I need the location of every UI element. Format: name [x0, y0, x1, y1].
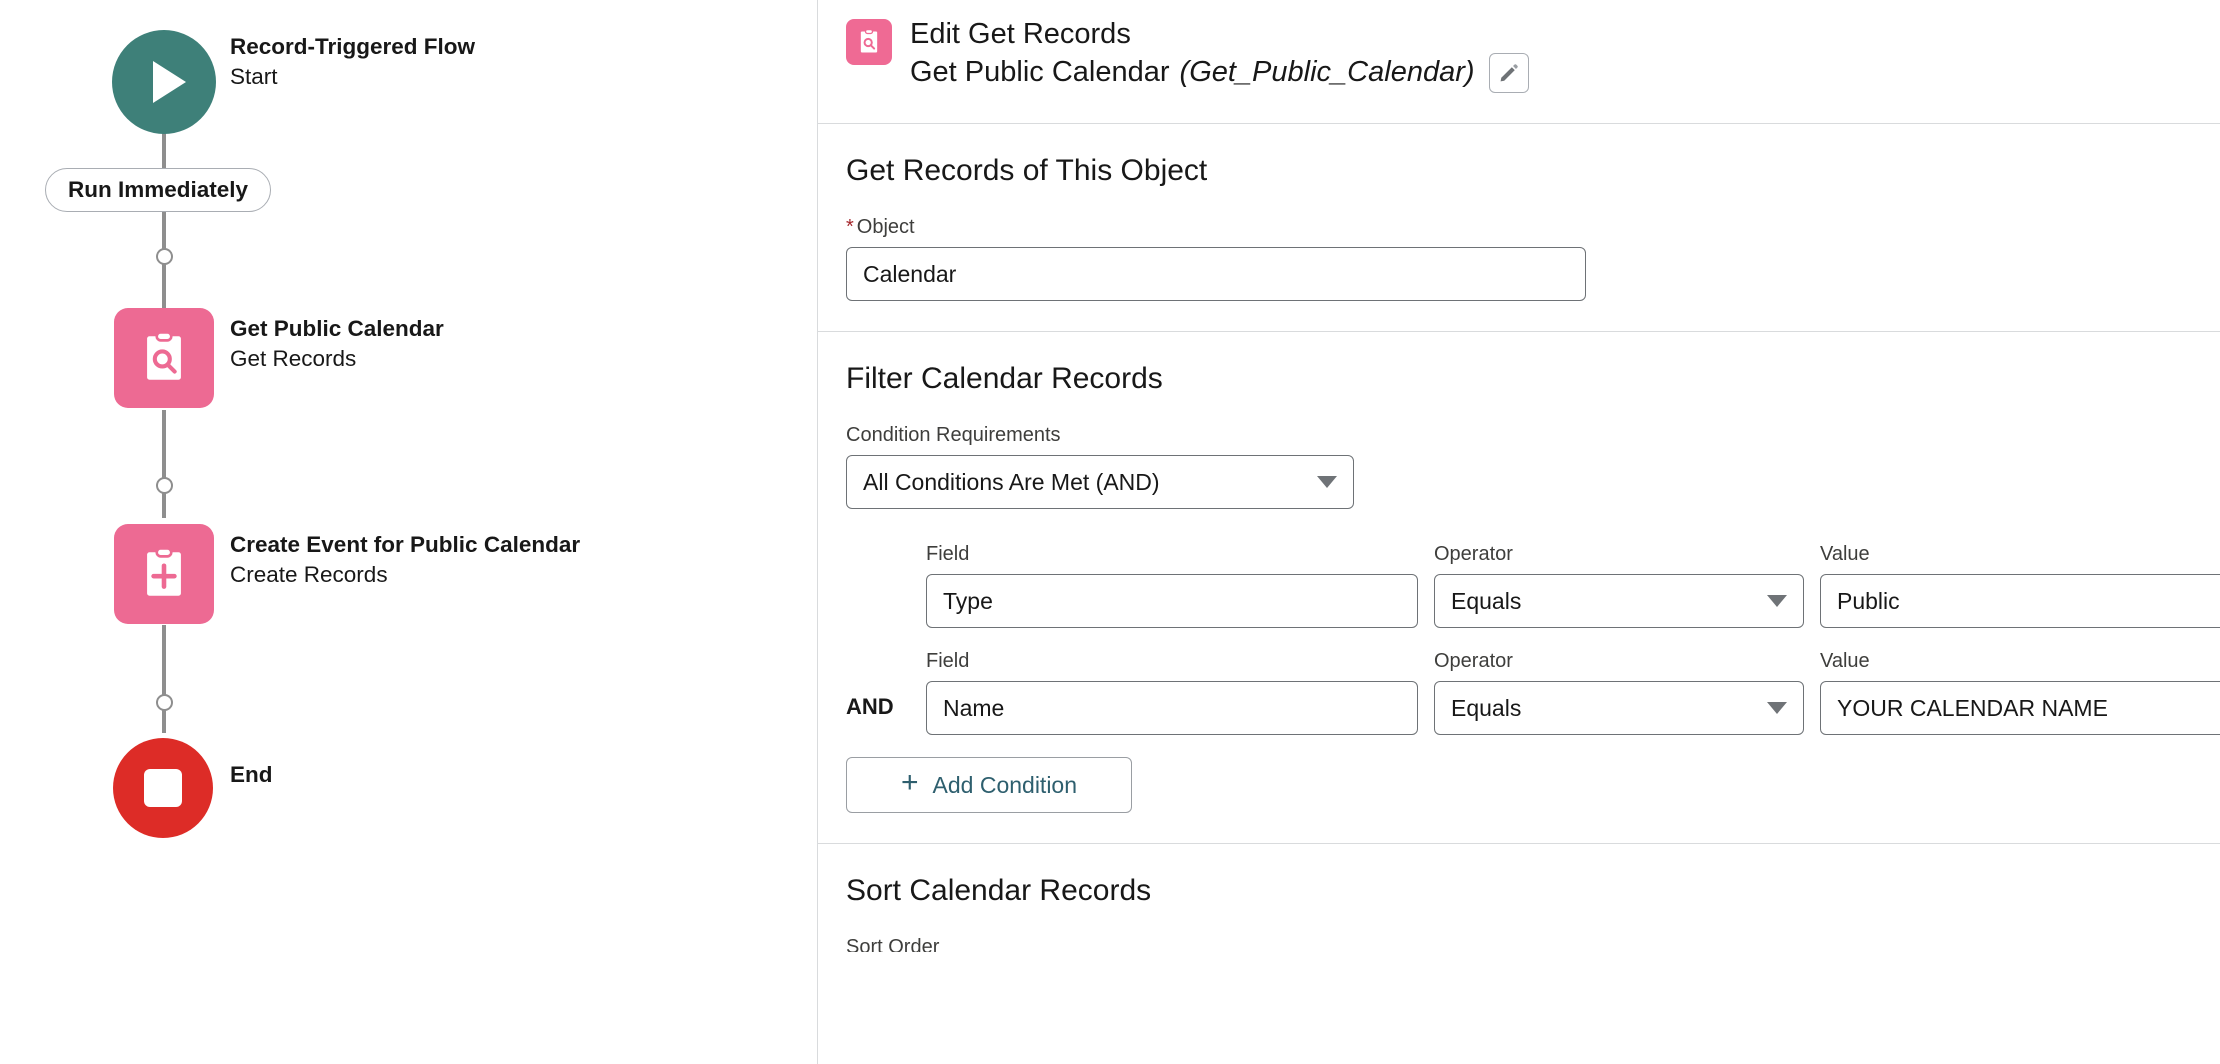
object-field-label: * Object — [846, 216, 2220, 239]
object-input[interactable]: Calendar — [846, 247, 1586, 301]
condition-field-col: Field Name — [926, 650, 1418, 735]
flow-node-title: Create Event for Public Calendar — [230, 532, 581, 557]
add-element-dot[interactable] — [156, 477, 173, 494]
add-element-dot[interactable] — [156, 248, 173, 265]
operator-column-header: Operator — [1434, 543, 1513, 565]
object-section-title: Get Records of This Object — [846, 154, 1208, 187]
condition-value-input[interactable]: YOUR CALENDAR NAME — [1820, 681, 2220, 735]
value-column-header: Value — [1820, 650, 1870, 672]
condition-operator-select[interactable]: Equals — [1434, 681, 1804, 735]
condition-value-text: Public — [1837, 587, 1900, 614]
condition-field-input[interactable]: Type — [926, 574, 1418, 628]
field-column-header: Field — [926, 650, 970, 672]
panel-header-text: Edit Get Records Get Public Calendar (Ge… — [910, 16, 1529, 94]
flow-node-title: Get Public Calendar — [230, 316, 444, 341]
condition-logic-label — [846, 613, 926, 628]
sort-section-title: Sort Calendar Records — [846, 874, 1152, 907]
pencil-icon — [1500, 64, 1518, 82]
element-label: Get Public Calendar — [910, 56, 1170, 89]
condition-logic-label: AND — [846, 694, 894, 719]
condition-field-value: Type — [943, 587, 993, 614]
start-node-icon[interactable] — [112, 30, 216, 134]
flow-builder-screen: Record-Triggered Flow Start Run Immediat… — [0, 0, 2220, 1064]
run-immediately-label: Run Immediately — [68, 177, 249, 202]
start-node-title: Record-Triggered Flow — [230, 34, 476, 59]
chevron-down-icon — [1317, 476, 1337, 488]
add-element-dot[interactable] — [156, 694, 173, 711]
condition-requirements-select[interactable]: All Conditions Are Met (AND) — [846, 455, 1354, 509]
element-properties-panel: Edit Get Records Get Public Calendar (Ge… — [818, 0, 2220, 1064]
flow-node-end-label: End — [230, 762, 273, 787]
panel-header-icon — [846, 19, 892, 65]
connector-line — [162, 625, 166, 733]
flow-node-subtitle: Create Records — [230, 561, 388, 587]
object-section: Get Records of This Object * Object Calen… — [818, 124, 2220, 332]
condition-requirements-label: Condition Requirements — [846, 424, 1061, 446]
condition-row: AND Field Name Operator Equals Value YOU… — [846, 650, 2220, 735]
flow-node-get-records[interactable] — [114, 308, 214, 408]
stop-icon — [144, 769, 182, 807]
conditions-list: Field Type Operator Equals Value Public … — [846, 543, 2220, 735]
condition-field-value: Name — [943, 694, 1005, 721]
panel-subtitle: Get Public Calendar (Get_Public_Calendar… — [910, 53, 1529, 94]
condition-operator-value: Equals — [1451, 587, 1522, 614]
edit-label-button[interactable] — [1488, 53, 1529, 94]
start-node-label: Record-Triggered Flow Start — [230, 32, 475, 91]
condition-value-col: Value YOUR CALENDAR NAME — [1820, 650, 2220, 735]
condition-operator-select[interactable]: Equals — [1434, 574, 1804, 628]
condition-field-col: Field Type — [926, 543, 1418, 628]
condition-requirements-value: All Conditions Are Met (AND) — [863, 468, 1160, 495]
panel-title: Edit Get Records — [910, 18, 1131, 50]
run-immediately-pill[interactable]: Run Immediately — [45, 168, 272, 212]
flow-node-subtitle: Get Records — [230, 345, 357, 371]
required-indicator: * — [846, 216, 854, 238]
clipboard-search-icon — [860, 28, 878, 53]
panel-header: Edit Get Records Get Public Calendar (Ge… — [818, 0, 2220, 124]
condition-operator-col: Operator Equals — [1434, 650, 1804, 735]
flow-node-create-records[interactable] — [114, 524, 214, 624]
flow-node-end[interactable] — [113, 738, 213, 838]
connector-line — [162, 410, 166, 518]
condition-value-col: Value Public — [1820, 543, 2220, 628]
add-condition-label: Add Condition — [932, 771, 1078, 798]
field-column-header: Field — [926, 543, 970, 565]
clipboard-plus-icon — [147, 547, 181, 596]
sort-section: Sort Calendar Records Sort Order — [818, 844, 2220, 982]
condition-field-input[interactable]: Name — [926, 681, 1418, 735]
element-api-name: (Get_Public_Calendar) — [1179, 56, 1475, 89]
value-column-header: Value — [1820, 543, 1870, 565]
condition-operator-col: Operator Equals — [1434, 543, 1804, 628]
play-icon — [153, 61, 186, 103]
condition-operator-value: Equals — [1451, 694, 1522, 721]
object-input-value: Calendar — [863, 260, 957, 287]
condition-value-input[interactable]: Public — [1820, 574, 2220, 628]
chevron-down-icon — [1767, 595, 1787, 607]
flow-canvas[interactable]: Record-Triggered Flow Start Run Immediat… — [0, 0, 818, 1064]
operator-column-header: Operator — [1434, 650, 1513, 672]
filter-section: Filter Calendar Records Condition Requir… — [818, 332, 2220, 844]
sort-order-label: Sort Order — [846, 936, 940, 952]
clipboard-search-icon — [147, 331, 181, 380]
condition-row: Field Type Operator Equals Value Public — [846, 543, 2220, 628]
condition-value-text: YOUR CALENDAR NAME — [1837, 694, 2108, 721]
flow-node-create-records-label: Create Event for Public Calendar Create … — [230, 530, 580, 589]
object-label-text: Object — [856, 216, 915, 238]
flow-node-get-records-label: Get Public Calendar Get Records — [230, 314, 444, 373]
plus-icon: + — [900, 766, 919, 799]
filter-section-title: Filter Calendar Records — [846, 362, 1163, 395]
chevron-down-icon — [1767, 702, 1787, 714]
add-condition-button[interactable]: + Add Condition — [846, 757, 1132, 813]
start-node-subtitle: Start — [230, 63, 278, 89]
